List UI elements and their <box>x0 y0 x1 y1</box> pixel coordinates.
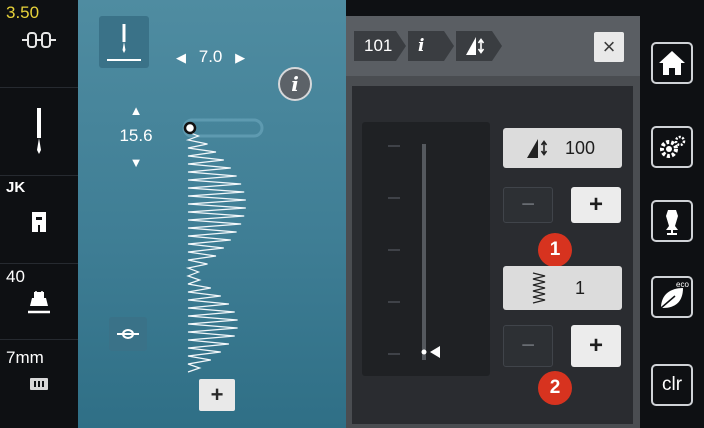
balance-length-icon <box>527 139 548 158</box>
stitch-pattern-preview <box>182 118 264 373</box>
balance-plus-button[interactable]: + <box>571 187 621 223</box>
balance-value-button[interactable]: 100 <box>503 128 622 168</box>
home-button[interactable] <box>651 42 693 84</box>
stitch-plate-icon <box>30 378 48 390</box>
setup-button[interactable] <box>651 126 693 168</box>
breadcrumb-stitch-number[interactable]: 101 <box>354 31 406 61</box>
add-pattern-button[interactable]: + <box>199 379 235 411</box>
clear-button[interactable]: clr <box>651 364 693 406</box>
securing-icon <box>117 329 139 339</box>
callout-badge-1: 1 <box>538 233 572 267</box>
left-sidebar: 3.50 JK 40 7mm <box>0 0 78 428</box>
stitch-plate-button[interactable]: 7mm <box>0 340 78 428</box>
securing-button[interactable] <box>109 317 147 351</box>
repeat-minus-button[interactable]: − <box>503 325 553 367</box>
dress-form-icon <box>666 210 678 235</box>
pattern-repeat-value: 1 <box>575 278 586 298</box>
callout-badge-2: 2 <box>538 371 572 405</box>
zigzag-repeat-icon <box>532 272 546 304</box>
stitch-preview-area: ◀ 7.0 ▶ i ▲ 15.6 ▼ + <box>78 0 346 428</box>
needle-button[interactable] <box>0 88 78 176</box>
presser-foot-button[interactable]: JK <box>0 176 78 264</box>
balance-panel: 101 i × 100 − + 1 1 − + 2 <box>346 16 640 428</box>
breadcrumb-balance[interactable] <box>456 31 502 61</box>
eco-label: eco <box>676 280 689 289</box>
foot-pressure-icon <box>28 291 50 314</box>
presser-foot-code: JK <box>6 179 26 196</box>
panel-header: 101 i × <box>346 16 640 76</box>
presser-foot-icon <box>32 212 46 232</box>
balance-value: 100 <box>565 138 596 158</box>
breadcrumb-info[interactable]: i <box>408 31 454 61</box>
right-sidebar: eco clr <box>640 0 704 428</box>
balance-slider[interactable] <box>362 122 490 376</box>
close-button[interactable]: × <box>594 32 624 62</box>
settings-gears-icon <box>660 135 686 158</box>
slider-scale <box>388 144 440 360</box>
panel-body: 100 − + 1 1 − + 2 <box>352 86 633 424</box>
stitch-plate-value: 7mm <box>6 348 44 367</box>
eco-button[interactable]: eco <box>651 276 693 318</box>
tutorial-button[interactable] <box>651 200 693 242</box>
pattern-repeat-button[interactable]: 1 <box>503 266 622 310</box>
thread-tension-icon <box>22 32 56 48</box>
needle-icon <box>37 108 41 154</box>
balance-icon <box>466 37 485 55</box>
repeat-plus-button[interactable]: + <box>571 325 621 367</box>
presser-foot-pressure-button[interactable]: 40 <box>0 264 78 340</box>
tension-value: 3.50 <box>6 3 40 22</box>
pressure-value: 40 <box>6 267 25 286</box>
home-icon <box>659 51 685 75</box>
balance-minus-button[interactable]: − <box>503 187 553 223</box>
thread-tension-button[interactable]: 3.50 <box>0 0 78 88</box>
